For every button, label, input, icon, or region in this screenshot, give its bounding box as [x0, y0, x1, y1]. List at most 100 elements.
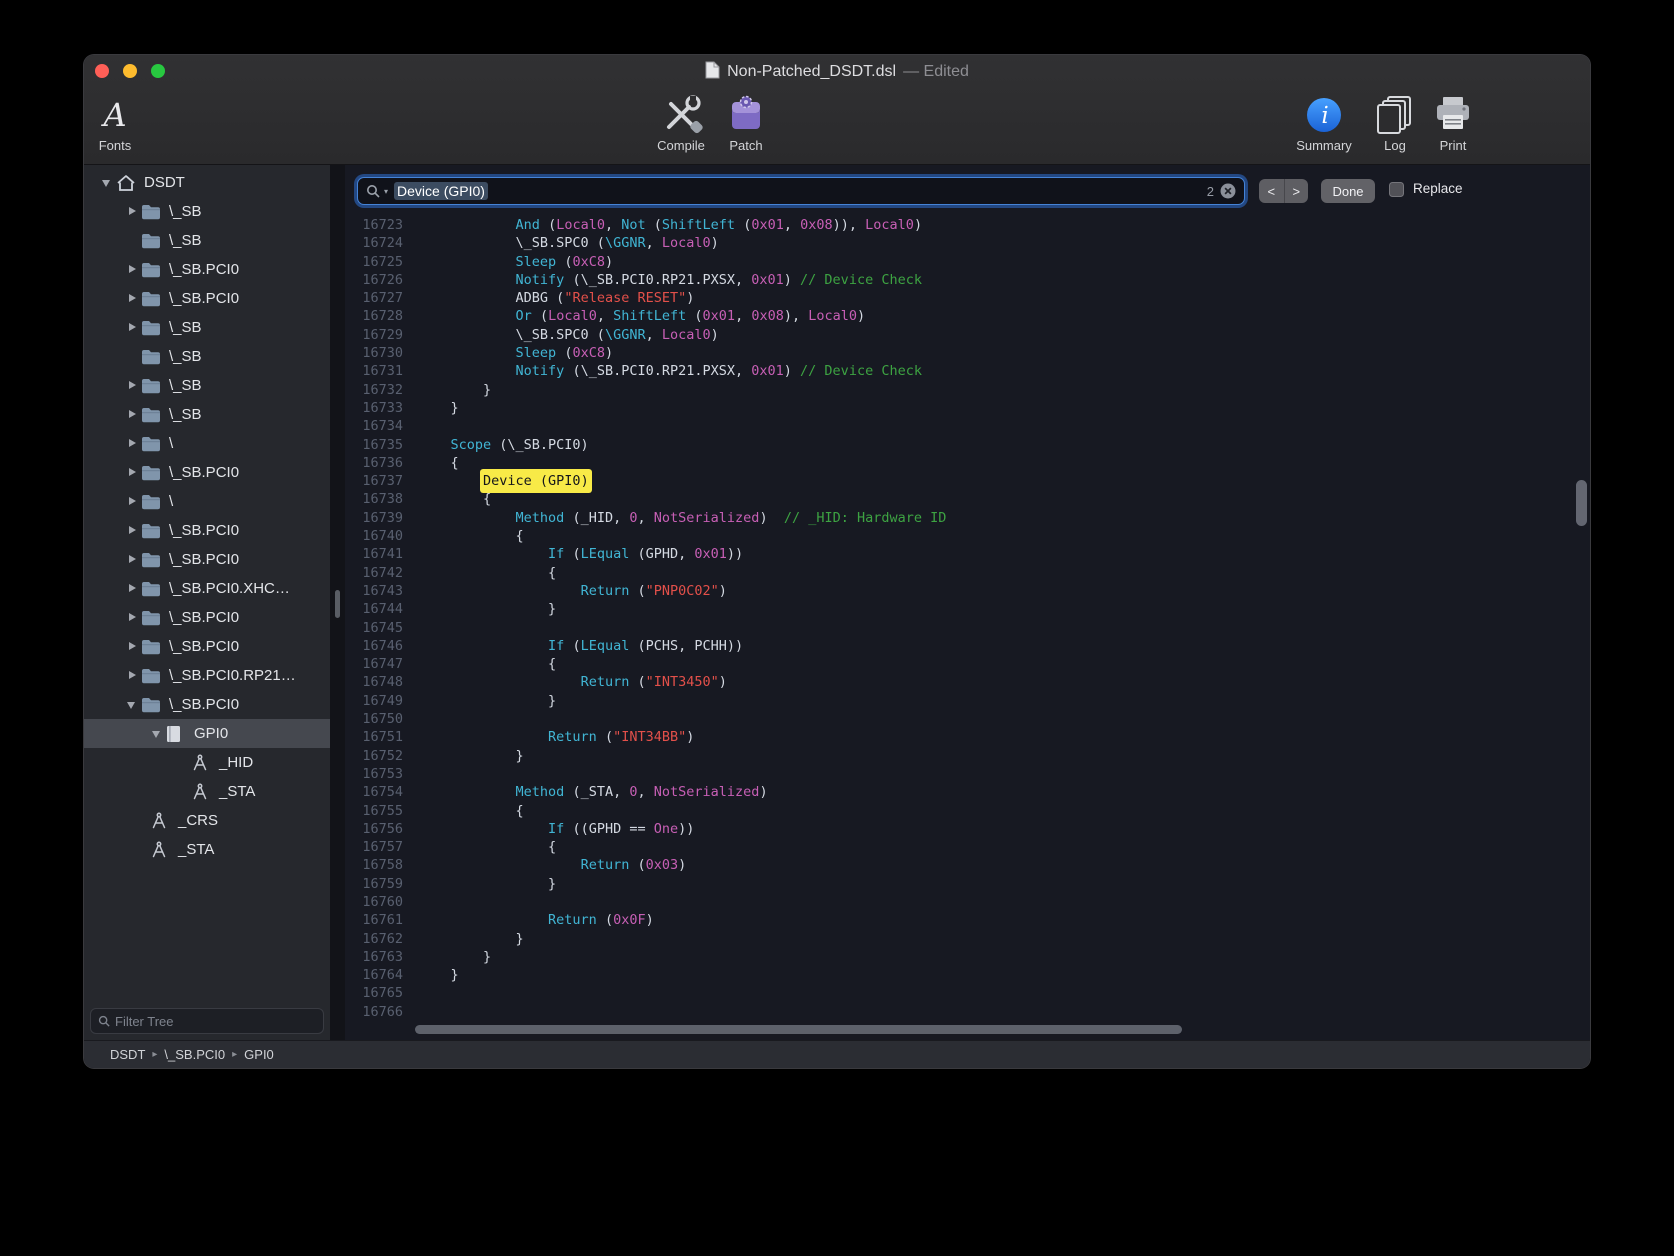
line-number: 16760 [345, 893, 403, 911]
tree-item-sbpci0[interactable]: \_SB.PCI0 [84, 458, 330, 487]
find-previous-button[interactable]: < [1259, 179, 1284, 203]
horizontal-scrollbar[interactable] [415, 1025, 1182, 1034]
vertical-scrollbar[interactable] [1576, 480, 1587, 526]
disclosure-triangle-icon[interactable] [125, 292, 139, 306]
triangle-spacer [175, 756, 189, 770]
pane-splitter[interactable] [330, 165, 345, 1040]
code-line: 16759 } [345, 875, 1590, 893]
summary-button[interactable]: i Summary [1286, 91, 1362, 153]
tree-item-hid[interactable]: _HID [84, 748, 330, 777]
patch-button[interactable]: Patch [716, 91, 776, 153]
tree-item-label: \_SB.PCI0 [169, 696, 239, 713]
tree-item-sb[interactable]: \_SB [84, 197, 330, 226]
disclosure-triangle-icon[interactable] [125, 379, 139, 393]
tree-item-sbpci0rp21[interactable]: \_SB.PCI0.RP21… [84, 661, 330, 690]
code-line: 16765 [345, 984, 1590, 1002]
disclosure-triangle-icon[interactable] [125, 408, 139, 422]
triangle-spacer [125, 350, 139, 364]
search-input[interactable]: ▾ Device (GPI0) 2 [357, 177, 1245, 205]
folder-icon [141, 581, 163, 597]
code-line: 16755 { [345, 802, 1590, 820]
disclosure-triangle-icon[interactable] [125, 611, 139, 625]
log-pages-icon [1374, 91, 1416, 135]
tree-item-crs[interactable]: _CRS [84, 806, 330, 835]
breadcrumb: DSDT▸\_SB.PCI0▸GPI0 [110, 1047, 274, 1062]
tree-item-sbpci0[interactable]: \_SB.PCI0 [84, 516, 330, 545]
tree-item-[interactable]: \ [84, 429, 330, 458]
tree-item-sb[interactable]: \_SB [84, 313, 330, 342]
line-number: 16737 [345, 472, 403, 490]
compile-button[interactable]: Compile [646, 91, 716, 153]
filter-tree-field[interactable] [90, 1008, 324, 1034]
window-edited-status: — Edited [903, 63, 969, 81]
code-line: 16753 [345, 765, 1590, 783]
disclosure-triangle-icon[interactable] [150, 727, 164, 741]
code-line: 16741 If (LEqual (GPHD, 0x01)) [345, 545, 1590, 563]
disclosure-triangle-icon[interactable] [125, 640, 139, 654]
tree-item-sbpci0xhc[interactable]: \_SB.PCI0.XHC… [84, 574, 330, 603]
line-number: 16731 [345, 362, 403, 380]
line-number: 16726 [345, 271, 403, 289]
tree-item-label: \_SB [169, 232, 202, 249]
breadcrumb-item[interactable]: GPI0 [244, 1047, 274, 1062]
tree-item-sbpci0[interactable]: \_SB.PCI0 [84, 603, 330, 632]
tree-item-sta[interactable]: _STA [84, 835, 330, 864]
disclosure-triangle-icon[interactable] [125, 553, 139, 567]
find-next-button[interactable]: > [1284, 179, 1309, 203]
done-button[interactable]: Done [1321, 179, 1375, 203]
disclosure-triangle-icon[interactable] [125, 321, 139, 335]
disclosure-triangle-icon[interactable] [125, 524, 139, 538]
replace-checkbox[interactable] [1389, 182, 1404, 197]
triangle-spacer [175, 785, 189, 799]
disclosure-triangle-icon[interactable] [100, 176, 114, 190]
folder-icon [141, 407, 163, 423]
disclosure-triangle-icon[interactable] [125, 263, 139, 277]
code-line: 16734 [345, 417, 1590, 435]
tree-item-gpi0[interactable]: GPI0 [84, 719, 330, 748]
print-button[interactable]: Print [1430, 91, 1476, 153]
fonts-button[interactable]: A Fonts [87, 91, 143, 153]
clear-search-icon[interactable] [1220, 183, 1236, 199]
line-number: 16757 [345, 838, 403, 856]
tree-item-label: \_SB [169, 203, 202, 220]
filter-tree-input[interactable] [115, 1014, 316, 1029]
tree-item-sb[interactable]: \_SB [84, 226, 330, 255]
splitter-handle-icon[interactable] [335, 590, 340, 618]
disclosure-triangle-icon[interactable] [125, 205, 139, 219]
tree-item-sbpci0[interactable]: \_SB.PCI0 [84, 545, 330, 574]
tree-item-sb[interactable]: \_SB [84, 400, 330, 429]
method-icon [191, 783, 213, 801]
disclosure-triangle-icon[interactable] [125, 437, 139, 451]
tree-item-sb[interactable]: \_SB [84, 342, 330, 371]
tree-item-label: \ [169, 493, 173, 510]
tree-item-label: \_SB [169, 348, 202, 365]
line-number: 16759 [345, 875, 403, 893]
triangle-spacer [125, 234, 139, 248]
disclosure-triangle-icon[interactable] [125, 582, 139, 596]
tree-item-sb[interactable]: \_SB [84, 371, 330, 400]
disclosure-triangle-icon[interactable] [125, 466, 139, 480]
tree-item-sbpci0[interactable]: \_SB.PCI0 [84, 690, 330, 719]
folder-icon [141, 291, 163, 307]
tree-item-[interactable]: \ [84, 487, 330, 516]
code-editor[interactable]: 16723 And (Local0, Not (ShiftLeft (0x01,… [345, 215, 1590, 1040]
tree-item-sbpci0[interactable]: \_SB.PCI0 [84, 284, 330, 313]
code-line: 16729 \_SB.SPC0 (\GGNR, Local0) [345, 326, 1590, 344]
line-number: 16745 [345, 619, 403, 637]
tree-item-sta[interactable]: _STA [84, 777, 330, 806]
breadcrumb-item[interactable]: \_SB.PCI0 [164, 1047, 225, 1062]
log-button[interactable]: Log [1372, 91, 1418, 153]
code-line: 16723 And (Local0, Not (ShiftLeft (0x01,… [345, 216, 1590, 234]
disclosure-triangle-icon[interactable] [125, 495, 139, 509]
tree-item-sbpci0[interactable]: \_SB.PCI0 [84, 255, 330, 284]
tree-item-dsdt[interactable]: DSDT [84, 168, 330, 197]
line-number: 16736 [345, 454, 403, 472]
disclosure-triangle-icon[interactable] [125, 669, 139, 683]
disclosure-triangle-icon[interactable] [125, 698, 139, 712]
tree-item-sbpci0[interactable]: \_SB.PCI0 [84, 632, 330, 661]
code-line: 16762 } [345, 930, 1590, 948]
line-number: 16754 [345, 783, 403, 801]
folder-icon [141, 610, 163, 626]
breadcrumb-item[interactable]: DSDT [110, 1047, 145, 1062]
status-bar: DSDT▸\_SB.PCI0▸GPI0 [84, 1040, 1590, 1068]
